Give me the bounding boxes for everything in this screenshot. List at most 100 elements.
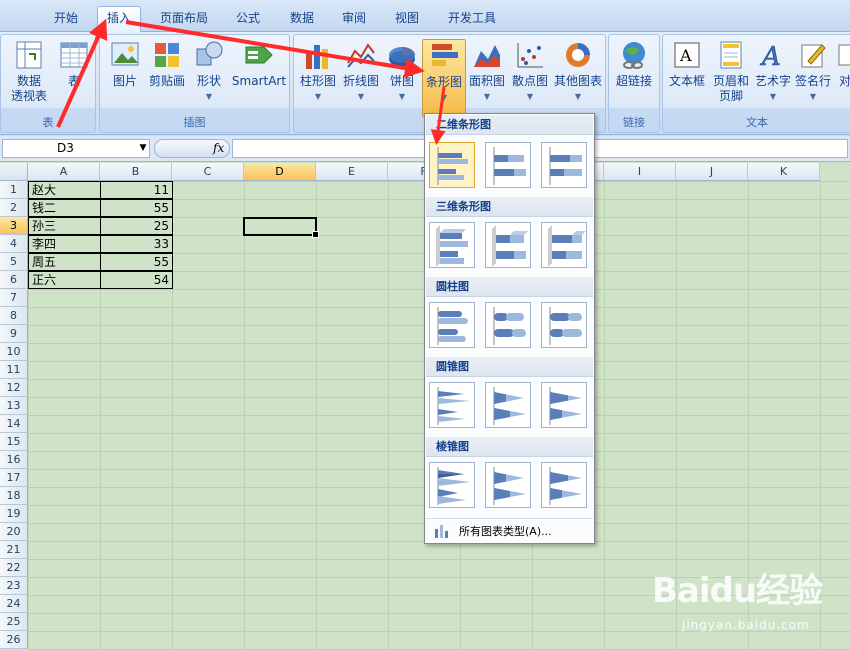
clustered-cylinder-option[interactable]	[429, 302, 475, 348]
row-header-19[interactable]: 19	[0, 505, 28, 523]
clustered-cone-option[interactable]	[429, 382, 475, 428]
line-chart-button[interactable]: 折线图 ▼	[339, 39, 383, 104]
stacked-pyramid-option[interactable]	[485, 462, 531, 508]
row-header-23[interactable]: 23	[0, 577, 28, 595]
column-header-i[interactable]: I	[604, 163, 676, 181]
picture-button[interactable]: 图片	[106, 39, 144, 89]
row-header-8[interactable]: 8	[0, 307, 28, 325]
row-header-10[interactable]: 10	[0, 343, 28, 361]
group-illustrations: 图片 剪贴画 形状 ▼ SmartArt 插图	[99, 34, 290, 133]
object-button[interactable]: 对	[835, 39, 850, 89]
column-chart-label: 柱形图	[299, 74, 336, 88]
stacked-cone-option[interactable]	[485, 382, 531, 428]
area-chart-button[interactable]: 面积图 ▼	[466, 39, 508, 104]
scatter-chart-button[interactable]: 散点图 ▼	[508, 39, 552, 104]
cell-b6[interactable]: 54	[100, 271, 173, 289]
cell-a3[interactable]: 孙三	[28, 217, 101, 235]
column-header-e[interactable]: E	[316, 163, 388, 181]
percent-stacked-cylinder-option[interactable]	[541, 302, 587, 348]
row-header-6[interactable]: 6	[0, 271, 28, 289]
other-charts-button[interactable]: 其他图表 ▼	[552, 39, 604, 104]
shapes-button[interactable]: 形状 ▼	[190, 39, 228, 104]
row-header-12[interactable]: 12	[0, 379, 28, 397]
stacked-cylinder-option[interactable]	[485, 302, 531, 348]
row-header-9[interactable]: 9	[0, 325, 28, 343]
hyperlink-button[interactable]: 超链接	[611, 39, 657, 89]
clustered-pyramid-option[interactable]	[429, 462, 475, 508]
row-header-5[interactable]: 5	[0, 253, 28, 271]
clip-art-button[interactable]: 剪贴画	[146, 39, 188, 89]
function-wizard[interactable]: fx	[154, 139, 230, 158]
tab-developer[interactable]: 开发工具	[440, 9, 504, 31]
chart-types-icon	[434, 523, 450, 538]
name-box[interactable]: D3	[2, 139, 150, 158]
cell-a6[interactable]: 正六	[28, 271, 101, 289]
stacked-bar-2d-option[interactable]	[485, 142, 531, 188]
row-header-2[interactable]: 2	[0, 199, 28, 217]
cell-b3[interactable]: 25	[100, 217, 173, 235]
tab-page-layout[interactable]: 页面布局	[152, 9, 216, 31]
tab-formulas[interactable]: 公式	[228, 9, 268, 31]
row-header-4[interactable]: 4	[0, 235, 28, 253]
name-box-dropdown-icon[interactable]: ▼	[137, 140, 149, 157]
row-header-15[interactable]: 15	[0, 433, 28, 451]
cell-b1[interactable]: 11	[100, 181, 173, 199]
row-header-7[interactable]: 7	[0, 289, 28, 307]
tab-view[interactable]: 视图	[387, 9, 427, 31]
row-header-14[interactable]: 14	[0, 415, 28, 433]
column-header-d[interactable]: D	[244, 163, 316, 181]
cell-b5[interactable]: 55	[100, 253, 173, 271]
row-header-16[interactable]: 16	[0, 451, 28, 469]
cell-a2[interactable]: 钱二	[28, 199, 101, 217]
cell-b2[interactable]: 55	[100, 199, 173, 217]
row-header-13[interactable]: 13	[0, 397, 28, 415]
row-header-1[interactable]: 1	[0, 181, 28, 199]
row-header-26[interactable]: 26	[0, 631, 28, 649]
clip-art-label: 剪贴画	[148, 74, 185, 88]
row-header-20[interactable]: 20	[0, 523, 28, 541]
text-box-button[interactable]: A 文本框	[665, 39, 709, 89]
cell-a1[interactable]: 赵大	[28, 181, 101, 199]
row-header-18[interactable]: 18	[0, 487, 28, 505]
clustered-bar-2d-option[interactable]	[429, 142, 475, 188]
clustered-bar-3d-option[interactable]	[429, 222, 475, 268]
column-chart-button[interactable]: 柱形图 ▼	[297, 39, 339, 104]
row-header-22[interactable]: 22	[0, 559, 28, 577]
row-header-25[interactable]: 25	[0, 613, 28, 631]
cell-a5[interactable]: 周五	[28, 253, 101, 271]
pie-chart-button[interactable]: 饼图 ▼	[385, 39, 419, 104]
column-header-j[interactable]: J	[676, 163, 748, 181]
header-footer-button[interactable]: 页眉和 页脚	[709, 39, 753, 104]
tab-review[interactable]: 审阅	[334, 9, 374, 31]
percent-stacked-cone-option[interactable]	[541, 382, 587, 428]
smartart-button[interactable]: SmartArt	[230, 39, 288, 89]
column-header-c[interactable]: C	[172, 163, 244, 181]
percent-stacked-pyramid-option[interactable]	[541, 462, 587, 508]
percent-stacked-bar-2d-option[interactable]	[541, 142, 587, 188]
tab-insert[interactable]: 插入	[97, 6, 141, 33]
fx-icon[interactable]: fx	[213, 141, 224, 155]
pivot-table-button[interactable]: 数据 透视表	[3, 39, 55, 104]
cell-b4[interactable]: 33	[100, 235, 173, 253]
signature-line-icon	[798, 39, 828, 71]
wordart-button[interactable]: A 艺术字 ▼	[753, 39, 793, 104]
percent-stacked-bar-3d-option[interactable]	[541, 222, 587, 268]
select-all-corner[interactable]	[0, 163, 28, 181]
all-chart-types-item[interactable]: 所有图表类型(A)...	[426, 518, 593, 542]
signature-line-button[interactable]: 签名行 ▼	[793, 39, 833, 104]
tab-home[interactable]: 开始	[46, 9, 86, 31]
table-button[interactable]: 表	[55, 39, 93, 89]
column-header-a[interactable]: A	[28, 163, 100, 181]
row-header-24[interactable]: 24	[0, 595, 28, 613]
row-header-3[interactable]: 3	[0, 217, 28, 235]
cell-a4[interactable]: 李四	[28, 235, 101, 253]
bar-chart-button[interactable]: 条形图 ▼	[422, 39, 466, 117]
row-header-17[interactable]: 17	[0, 469, 28, 487]
active-cell-d3[interactable]	[243, 217, 319, 238]
row-header-11[interactable]: 11	[0, 361, 28, 379]
stacked-bar-3d-option[interactable]	[485, 222, 531, 268]
tab-data[interactable]: 数据	[282, 9, 322, 31]
column-header-k[interactable]: K	[748, 163, 820, 181]
column-header-b[interactable]: B	[100, 163, 172, 181]
row-header-21[interactable]: 21	[0, 541, 28, 559]
